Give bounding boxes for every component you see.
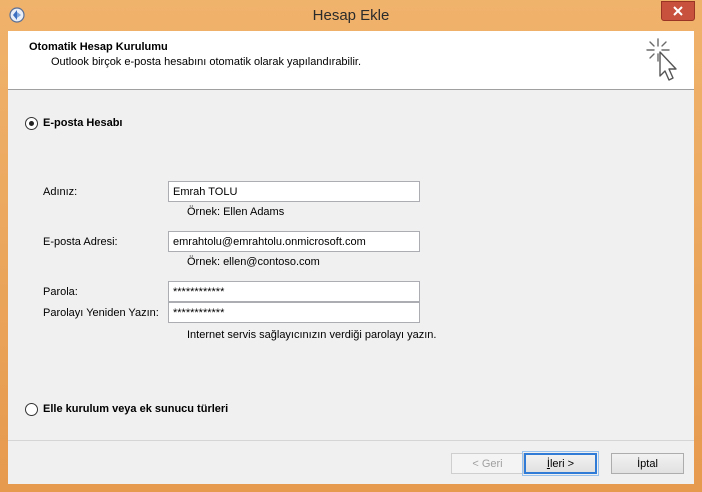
- wizard-header: Otomatik Hesap Kurulumu Outlook birçok e…: [8, 31, 694, 90]
- window-title: Hesap Ekle: [312, 7, 390, 24]
- cancel-button[interactable]: İptal: [611, 453, 684, 474]
- wizard-footer: < Geri İleri > İptal: [8, 440, 694, 484]
- manual-setup-radio[interactable]: [25, 403, 38, 416]
- wizard-subtitle: Outlook birçok e-posta hesabını otomatik…: [51, 56, 361, 68]
- next-button-label: leri >: [549, 457, 575, 470]
- email-hint: Örnek: ellen@contoso.com: [187, 256, 320, 268]
- dialog-window: Hesap Ekle Otomatik Hesap Kurulumu Outlo…: [0, 0, 702, 492]
- next-button[interactable]: İleri >: [522, 451, 599, 476]
- password-confirm-input[interactable]: [168, 302, 420, 323]
- dialog-client-area: Otomatik Hesap Kurulumu Outlook birçok e…: [8, 31, 694, 484]
- close-icon: [673, 6, 683, 16]
- name-hint: Örnek: Ellen Adams: [187, 206, 285, 218]
- name-label: Adınız:: [43, 186, 78, 198]
- password-confirm-label: Parolayı Yeniden Yazın:: [43, 307, 159, 319]
- password-label: Parola:: [43, 286, 78, 298]
- title-bar[interactable]: Hesap Ekle: [0, 0, 702, 30]
- back-button[interactable]: < Geri: [451, 453, 524, 474]
- name-input[interactable]: [168, 181, 420, 202]
- wizard-body: E-posta Hesabı Adınız: Örnek: Ellen Adam…: [8, 91, 694, 439]
- cursor-sparkle-icon: [646, 38, 677, 81]
- email-account-label[interactable]: E-posta Hesabı: [43, 117, 122, 129]
- email-address-label: E-posta Adresi:: [43, 236, 118, 248]
- manual-setup-label[interactable]: Elle kurulum veya ek sunucu türleri: [43, 403, 228, 415]
- close-button[interactable]: [661, 1, 695, 21]
- email-account-radio[interactable]: [25, 117, 38, 130]
- wizard-title: Otomatik Hesap Kurulumu: [29, 41, 168, 53]
- email-address-input[interactable]: [168, 231, 420, 252]
- password-hint: Internet servis sağlayıcınızın verdiği p…: [187, 329, 437, 341]
- password-input[interactable]: [168, 281, 420, 302]
